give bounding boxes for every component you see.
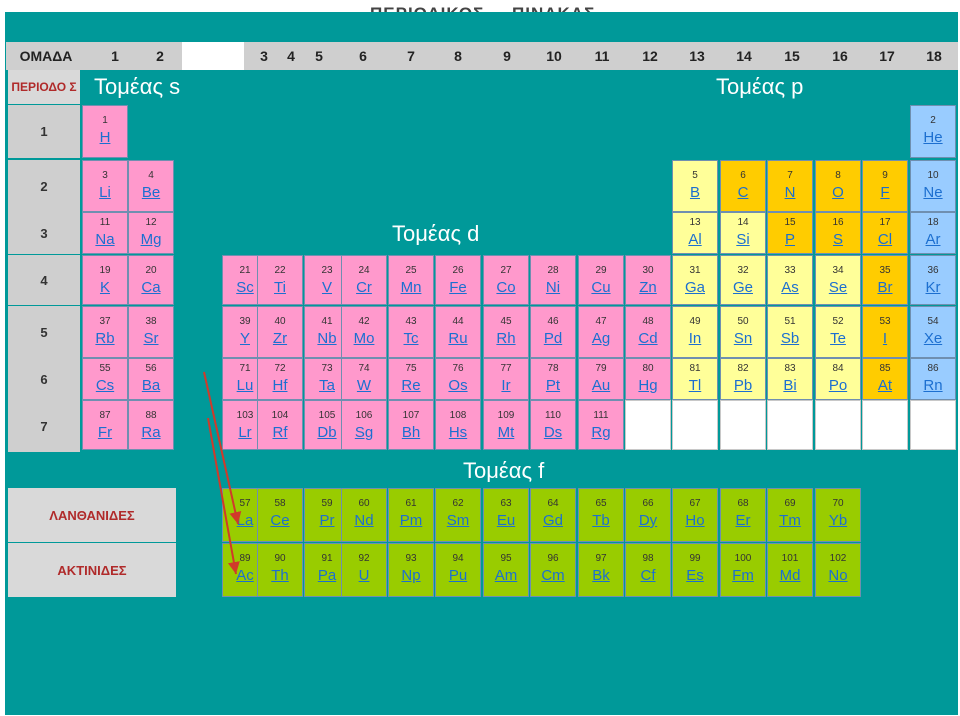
arrow-to-lanthanides <box>203 371 242 525</box>
f-block-arrows <box>203 371 242 575</box>
